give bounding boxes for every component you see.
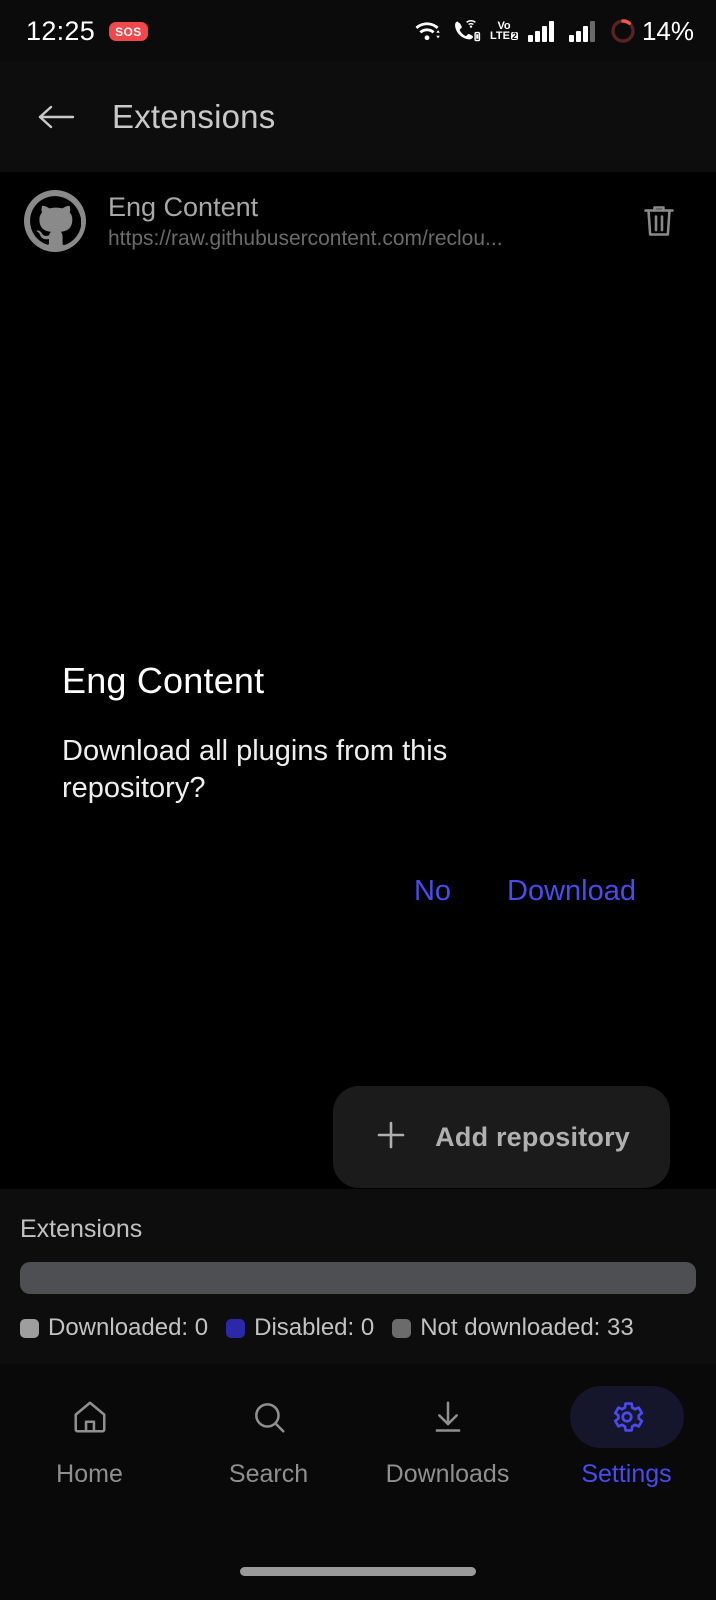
bottom-navigation-bar: Home Search Downloads Settings bbox=[0, 1364, 716, 1600]
repository-url: https://raw.githubusercontent.com/reclou… bbox=[108, 226, 503, 250]
dialog-title: Eng Content bbox=[62, 660, 265, 701]
back-arrow-icon[interactable] bbox=[32, 93, 80, 141]
repository-list-item[interactable]: Eng Content https://raw.githubuserconten… bbox=[0, 172, 716, 270]
nav-item-home[interactable]: Home bbox=[2, 1386, 178, 1489]
nav-label-search: Search bbox=[228, 1460, 309, 1488]
status-bar-right: Vo LTE 2 14% bbox=[412, 0, 694, 62]
legend-dot-not-downloaded bbox=[392, 1318, 412, 1338]
legend-label-disabled: Disabled: 0 bbox=[254, 1314, 375, 1341]
volte-bottom-label: LTE bbox=[489, 30, 510, 42]
repository-texts: Eng Content https://raw.githubuserconten… bbox=[108, 191, 610, 251]
dialog-message: Download all plugins from this repositor… bbox=[62, 735, 448, 805]
stats-legend: Downloaded: 0 Disabled: 0 Not downloaded… bbox=[20, 1314, 696, 1342]
search-icon bbox=[212, 1386, 326, 1448]
dialog-download-button[interactable]: Download bbox=[497, 869, 646, 914]
signal-bars-icon bbox=[568, 18, 600, 44]
legend-label-not-downloaded: Not downloaded: 33 bbox=[420, 1314, 634, 1341]
download-icon bbox=[391, 1386, 505, 1448]
add-repository-button[interactable]: Add repository bbox=[333, 1086, 670, 1188]
volte-icon: Vo LTE 2 bbox=[489, 20, 518, 42]
home-indicator bbox=[240, 1567, 476, 1576]
nav-label-home: Home bbox=[56, 1460, 123, 1488]
volte-sim-label: 2 bbox=[510, 30, 518, 41]
signal-bars-icon bbox=[527, 18, 559, 44]
status-time: 12:25 bbox=[26, 15, 96, 46]
legend-dot-downloaded bbox=[20, 1318, 39, 1338]
status-bar-left: 12:25 SOS bbox=[26, 16, 148, 47]
page-title: Extensions bbox=[112, 98, 276, 135]
battery-ring-icon bbox=[609, 17, 637, 45]
home-icon bbox=[33, 1386, 147, 1448]
sos-badge: SOS bbox=[109, 21, 148, 41]
wifi-calling-icon bbox=[451, 18, 481, 44]
battery-percent: 14% bbox=[641, 15, 694, 46]
extensions-progress-bar bbox=[20, 1262, 696, 1294]
nav-label-downloads: Downloads bbox=[385, 1460, 510, 1488]
dialog-no-button[interactable]: No bbox=[404, 869, 461, 914]
add-repository-label: Add repository bbox=[435, 1121, 630, 1152]
stats-title: Extensions bbox=[20, 1215, 143, 1243]
legend-item-not-downloaded: Not downloaded: 33 bbox=[392, 1314, 634, 1342]
nav-item-search[interactable]: Search bbox=[181, 1386, 357, 1489]
app-bar: Extensions bbox=[0, 62, 716, 172]
nav-label-settings: Settings bbox=[581, 1460, 672, 1488]
gear-icon bbox=[569, 1386, 684, 1448]
nav-item-settings[interactable]: Settings bbox=[539, 1386, 715, 1489]
legend-item-disabled: Disabled: 0 bbox=[226, 1314, 374, 1342]
wifi-icon bbox=[412, 18, 442, 44]
trash-icon[interactable] bbox=[632, 194, 686, 248]
repository-name: Eng Content bbox=[108, 192, 259, 223]
download-confirmation-dialog: Eng Content Download all plugins from th… bbox=[0, 660, 716, 914]
github-icon bbox=[24, 190, 86, 252]
legend-item-downloaded: Downloaded: 0 bbox=[20, 1314, 208, 1342]
status-bar: 12:25 SOS Vo LTE 2 14% bbox=[0, 0, 716, 62]
legend-label-downloaded: Downloaded: 0 bbox=[48, 1314, 209, 1341]
plus-icon bbox=[373, 1117, 409, 1158]
nav-item-downloads[interactable]: Downloads bbox=[360, 1386, 536, 1489]
legend-dot-disabled bbox=[226, 1318, 246, 1338]
dialog-actions: No Download bbox=[62, 869, 654, 914]
extensions-stats-panel: Extensions Downloaded: 0 Disabled: 0 Not… bbox=[0, 1189, 716, 1364]
content-area: Eng Content https://raw.githubuserconten… bbox=[0, 172, 716, 1232]
